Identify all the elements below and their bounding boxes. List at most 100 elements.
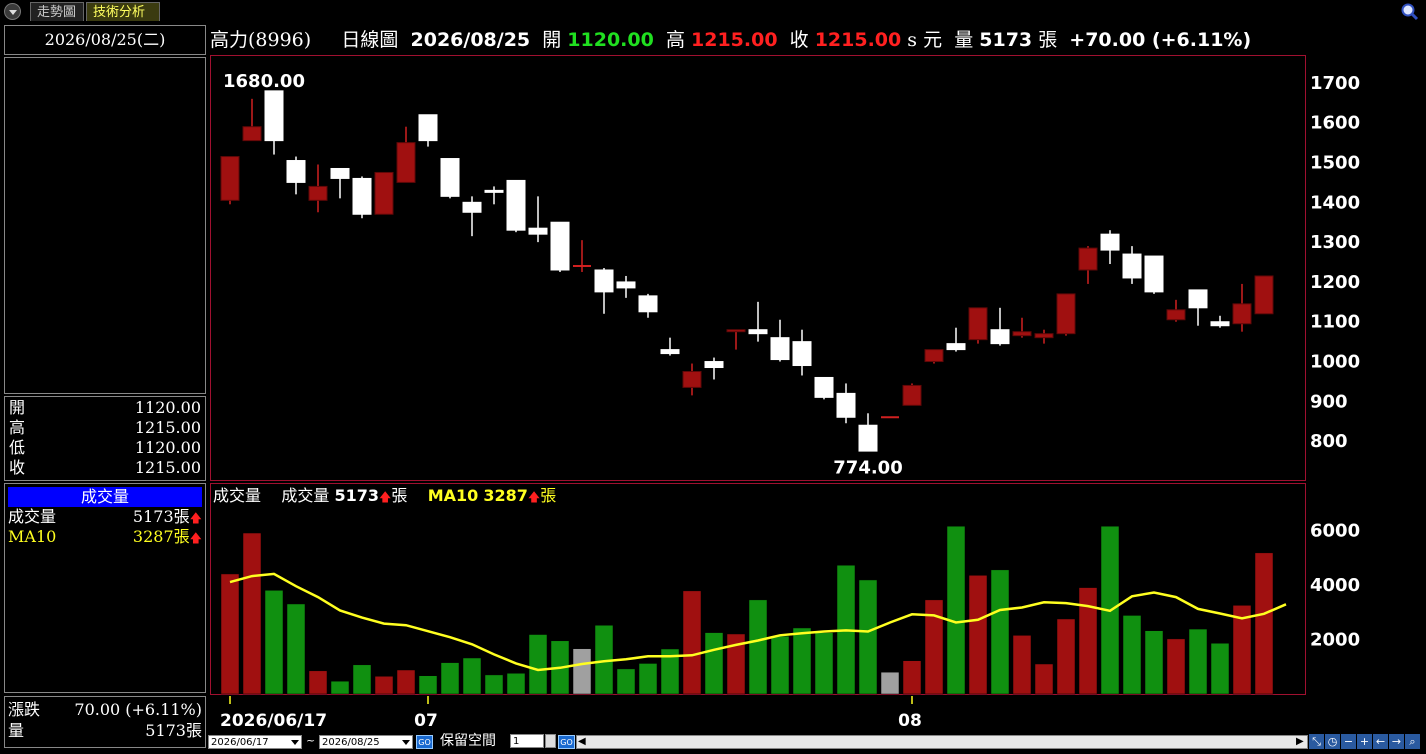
volume-bar <box>1210 642 1230 695</box>
volume-bar <box>506 673 526 695</box>
candle-body <box>1012 331 1032 337</box>
horizontal-scrollbar[interactable]: ◀ ▶ <box>576 735 1308 749</box>
x-tick-label: 08 <box>898 711 922 731</box>
candle-body <box>528 227 548 235</box>
candle-body <box>990 329 1010 345</box>
candlestick-chart[interactable]: 800 900 1000 1100 1200 1300 1400 1500 1600 1700 16… <box>210 55 1426 481</box>
search-icon[interactable]: ⌕ <box>1405 734 1420 749</box>
candle-body <box>968 307 988 341</box>
volume-bar <box>264 590 284 695</box>
volume-bar <box>990 569 1010 695</box>
volume-bar <box>1078 587 1098 695</box>
volume-bar <box>1034 663 1054 695</box>
menu-dropdown-icon[interactable] <box>4 3 21 20</box>
go-button[interactable]: GO <box>416 735 433 749</box>
zoom-out-icon[interactable]: − <box>1341 734 1356 749</box>
volume-chart[interactable]: 2000 4000 6000 2026/06/17 07 08 <box>210 483 1426 733</box>
volume-bar <box>484 674 504 695</box>
reserve-go-button[interactable]: GO <box>558 735 575 749</box>
candle-body <box>704 361 724 369</box>
candle-body <box>594 269 614 293</box>
open-value: 1120.00 <box>567 29 654 51</box>
y-tick-label: 1600 <box>1310 113 1360 134</box>
y-tick-label: 800 <box>1310 431 1348 452</box>
candle-body <box>396 142 416 183</box>
resize-icon[interactable]: ⤡ <box>1309 734 1324 749</box>
max-price-annotation: 1680.00 <box>223 71 305 92</box>
zoom-icon[interactable] <box>1400 3 1420 21</box>
arrow-right-icon[interactable]: → <box>1389 734 1404 749</box>
volume-row: 成交量 5173張🡅 <box>8 507 202 526</box>
volume-bar <box>1012 635 1032 695</box>
ohlc-row-close: 收 1215.00 <box>9 458 201 477</box>
from-date-select[interactable]: 2026/06/17 <box>208 735 302 749</box>
reserve-spinner[interactable] <box>545 734 556 748</box>
candle-body <box>924 349 944 363</box>
candle-body <box>286 160 306 183</box>
candle-body <box>682 370 702 388</box>
volume-bar <box>704 632 724 695</box>
price-unit: s 元 <box>907 29 943 51</box>
volume-bar <box>1056 618 1076 695</box>
volume-bar <box>462 657 482 695</box>
ma10-row: MA10 3287張🡅 <box>8 527 202 546</box>
candle-body <box>374 171 394 215</box>
candle-body <box>1254 275 1274 315</box>
volume-bar <box>330 680 350 695</box>
volume-bar <box>572 648 592 695</box>
candle-body <box>1034 333 1054 339</box>
close-label: 收 <box>789 29 809 51</box>
vol-unit: 張 <box>1038 29 1058 51</box>
candle-body <box>660 349 680 355</box>
close-value: 1215.00 <box>814 29 902 51</box>
volume-bar <box>1122 615 1142 695</box>
y-tick-label: 4000 <box>1310 575 1360 596</box>
volume-bar <box>814 632 834 695</box>
to-date-select[interactable]: 2026/08/25 <box>319 735 413 749</box>
volume-bar <box>440 662 460 695</box>
candle-body <box>902 384 922 406</box>
candle-body <box>748 329 768 335</box>
volume-bar <box>748 599 768 695</box>
high-value: 1215.00 <box>691 29 778 51</box>
change-panel: 漲跌 70.00 (+6.11%) 量 5173張 <box>4 696 206 748</box>
candle-body <box>1144 255 1164 293</box>
stock-name: 高力(8996) <box>210 29 312 51</box>
tab-trend-chart[interactable]: 走勢圖 <box>30 2 84 21</box>
candle-body <box>1188 289 1208 309</box>
volume-bar <box>352 664 372 695</box>
volume-bar <box>880 671 900 695</box>
scroll-left-icon[interactable]: ◀ <box>578 737 588 747</box>
min-price-annotation: 774.00 <box>833 458 902 479</box>
candle-body <box>638 295 658 313</box>
volume-bar <box>638 663 658 695</box>
chart-title-bar: 高力(8996) 日線圖 2026/08/25 開 1120.00 高 1215… <box>210 26 1251 54</box>
clock-icon[interactable]: ◷ <box>1325 734 1340 749</box>
volume-bar <box>242 532 262 695</box>
tab-technical-analysis[interactable]: 技術分析 <box>86 2 160 21</box>
reserve-space-input[interactable]: 1 <box>510 734 544 748</box>
candle-body <box>1210 321 1230 327</box>
volume-bar <box>946 525 966 695</box>
candle-body <box>352 177 372 215</box>
change-row: 漲跌 70.00 (+6.11%) <box>8 700 202 719</box>
candle-body <box>506 179 526 231</box>
volume-bar <box>968 575 988 695</box>
info-panel-empty <box>4 57 206 394</box>
zoom-in-icon[interactable]: + <box>1357 734 1372 749</box>
candle-body <box>858 424 878 452</box>
volume-panel: 成交量 成交量 5173張🡅 MA10 3287張🡅 <box>4 483 206 693</box>
volume-bar <box>374 676 394 695</box>
arrow-left-icon[interactable]: ← <box>1373 734 1388 749</box>
volume-bar <box>1188 628 1208 695</box>
y-tick-label: 1300 <box>1310 232 1360 253</box>
scroll-right-icon[interactable]: ▶ <box>1296 737 1306 747</box>
y-tick-label: 1400 <box>1310 192 1360 213</box>
x-tick-label: 07 <box>414 711 438 731</box>
candle-body <box>462 201 482 213</box>
qty-row: 量 5173張 <box>8 721 202 740</box>
volume-bar <box>286 603 306 695</box>
candle-body <box>440 158 460 197</box>
arrow-up-icon: 🡅 <box>189 531 202 545</box>
volume-bar <box>616 668 636 695</box>
